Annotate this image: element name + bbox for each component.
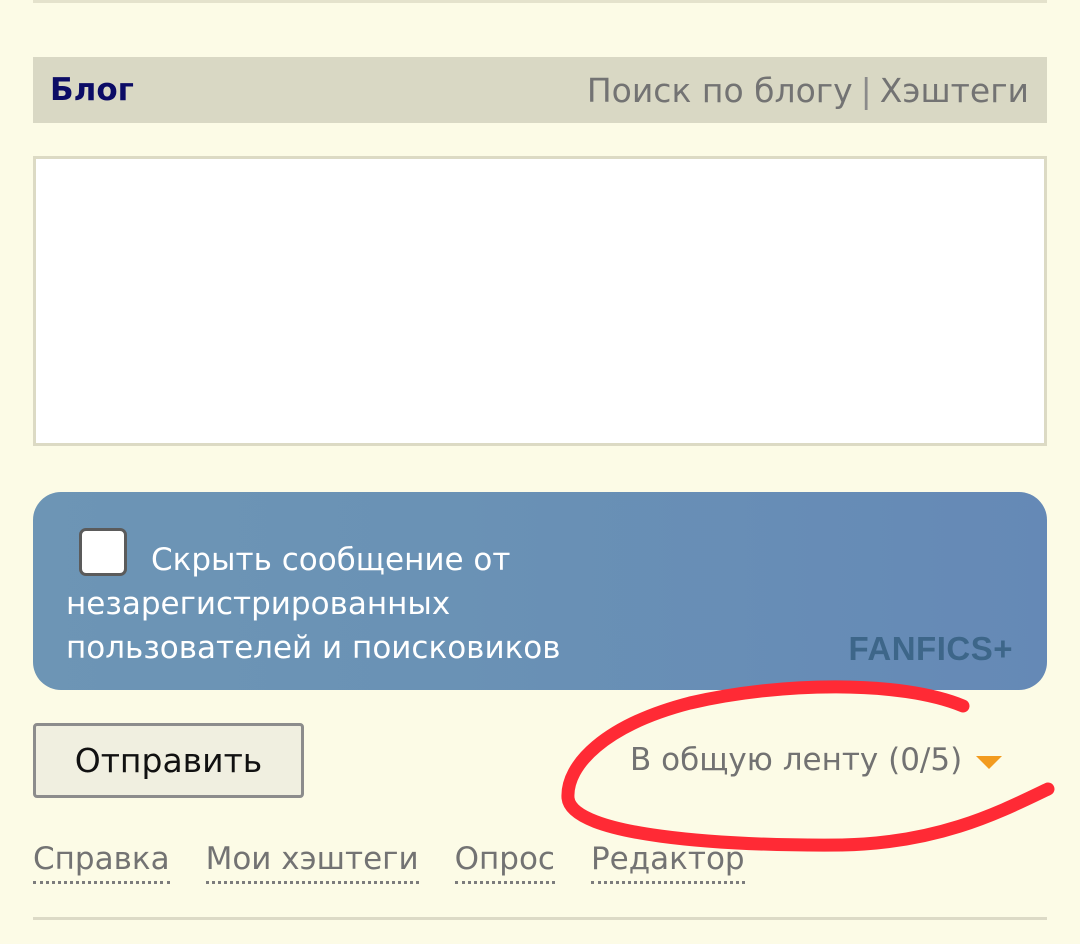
feed-dropdown-label[interactable]: В общую ленту (0/5) xyxy=(630,742,962,778)
hashtags-link[interactable]: Хэштеги xyxy=(880,71,1029,110)
hide-message-label[interactable]: Скрыть сообщение от незарегистрированных… xyxy=(66,538,626,670)
search-blog-link[interactable]: Поиск по блогу xyxy=(587,71,853,110)
fanfics-plus-brand: FANFICS+ xyxy=(848,630,1013,667)
editor-link[interactable]: Редактор xyxy=(590,840,745,884)
blog-header: Блог Поиск по блогу | Хэштеги xyxy=(33,57,1047,123)
poll-link[interactable]: Опрос xyxy=(454,840,555,884)
caret-down-icon[interactable] xyxy=(976,755,1003,769)
header-separator: | xyxy=(860,70,872,110)
blog-title: Блог xyxy=(50,72,134,108)
footer-links: Справка Мои хэштеги Опрос Редактор xyxy=(33,840,745,884)
red-circle-annotation xyxy=(561,680,1055,852)
header-links: Поиск по блогу | Хэштеги xyxy=(587,71,1029,110)
feed-dropdown[interactable]: В общую ленту (0/5) xyxy=(630,738,1003,782)
top-divider xyxy=(33,0,1047,3)
send-button[interactable]: Отправить xyxy=(33,723,304,798)
bottom-divider xyxy=(33,917,1047,920)
help-link[interactable]: Справка xyxy=(33,840,170,884)
my-hashtags-link[interactable]: Мои хэштеги xyxy=(205,840,419,884)
privacy-panel: Скрыть сообщение от незарегистрированных… xyxy=(33,492,1047,690)
message-textarea[interactable] xyxy=(33,156,1047,446)
